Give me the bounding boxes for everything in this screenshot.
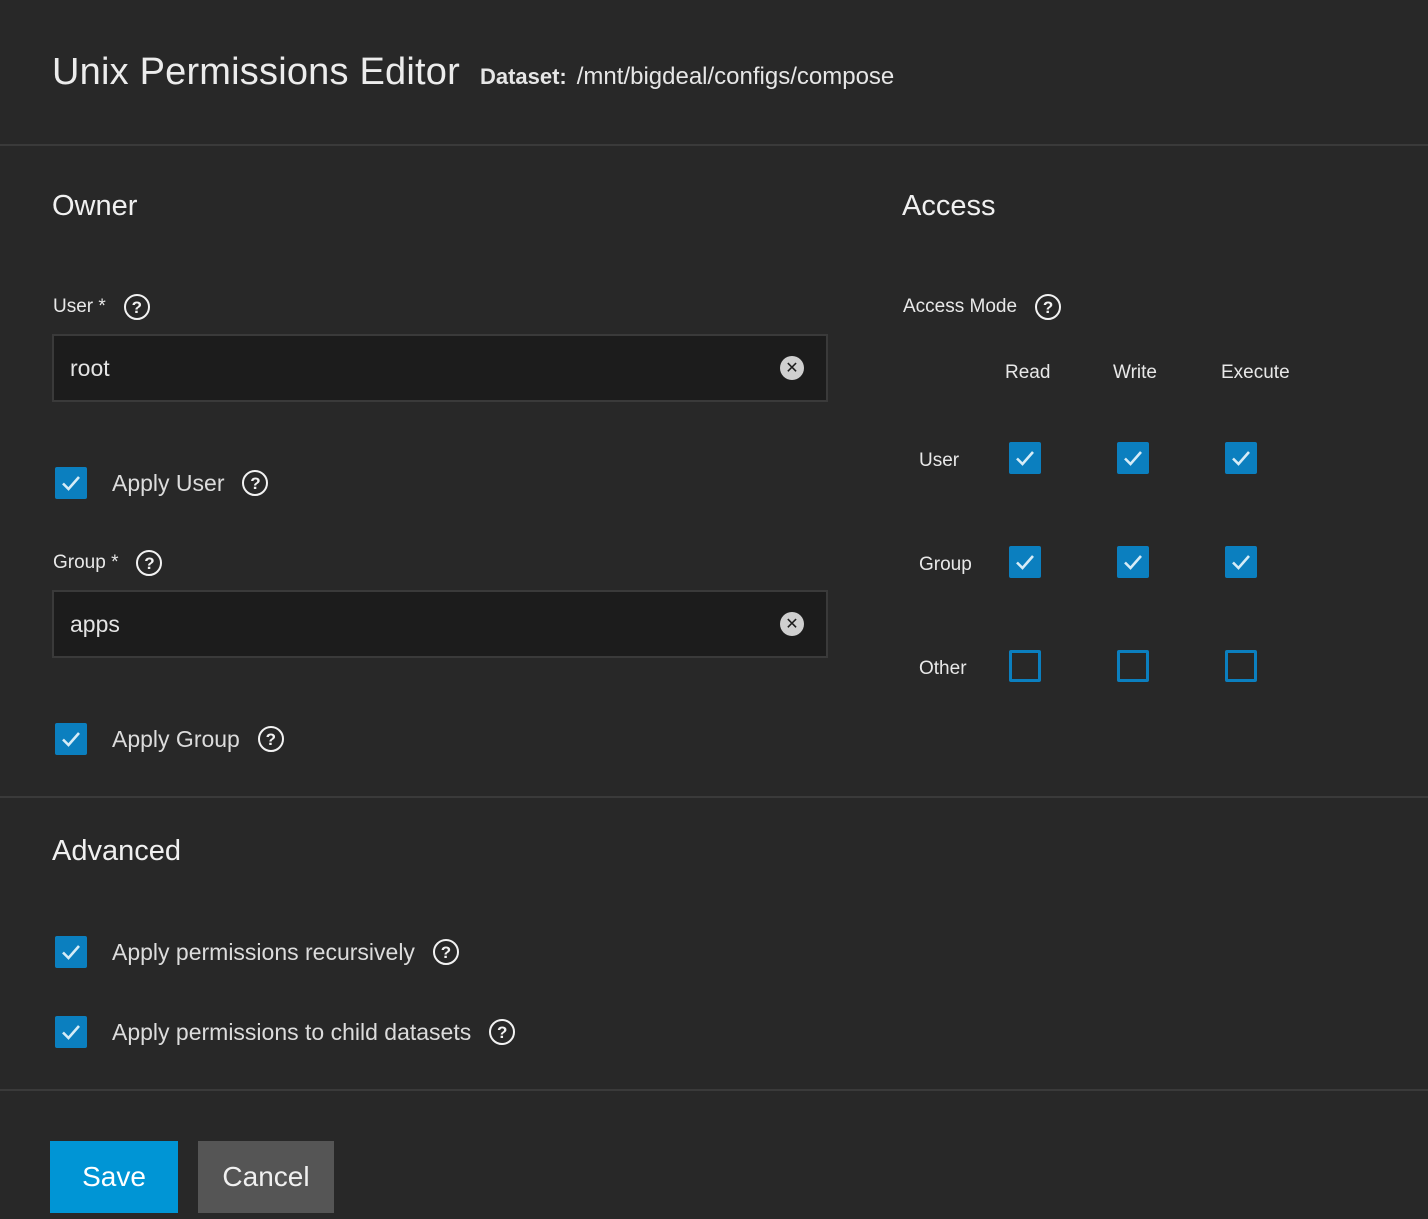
save-button[interactable]: Save [50, 1141, 178, 1213]
user-input-value: root [70, 354, 110, 381]
section-divider [0, 796, 1428, 798]
row-user: User [919, 450, 960, 471]
permissions-editor: Unix Permissions Editor Dataset: /mnt/big… [0, 0, 1428, 1219]
actions-divider [0, 1089, 1428, 1091]
access-mode-label: Access Mode ? [903, 294, 1062, 320]
group-input-value: apps [70, 610, 120, 637]
user-input[interactable]: root ✕ [52, 334, 828, 402]
user-field-label: User * ? [53, 294, 150, 320]
group-clear-icon[interactable]: ✕ [780, 612, 804, 636]
user-read-checkbox[interactable] [1009, 442, 1041, 474]
other-read-checkbox[interactable] [1009, 650, 1041, 682]
check-icon [62, 1025, 80, 1040]
group-label-text: Group * [53, 552, 119, 573]
apply-user-label: Apply User [112, 469, 225, 496]
check-icon [1016, 555, 1034, 570]
apply-group-help-icon[interactable]: ? [257, 726, 284, 752]
cancel-button[interactable]: Cancel [198, 1141, 334, 1213]
apply-group-row: Apply Group ? [55, 723, 284, 755]
check-icon [62, 945, 80, 960]
row-group: Group [919, 554, 972, 575]
column-write: Write [1113, 362, 1157, 383]
column-read: Read [1005, 362, 1051, 383]
recursive-row: Apply permissions recursively ? [55, 936, 459, 968]
apply-user-checkbox[interactable] [55, 467, 87, 499]
access-mode-help-icon[interactable]: ? [1035, 294, 1062, 320]
apply-user-row: Apply User ? [55, 467, 269, 499]
apply-user-help-icon[interactable]: ? [242, 470, 269, 496]
recursive-help-icon[interactable]: ? [432, 939, 459, 965]
group-read-checkbox[interactable] [1009, 546, 1041, 578]
dataset-info: Dataset: /mnt/bigdeal/configs/compose [480, 63, 894, 91]
dataset-label: Dataset: [479, 64, 567, 89]
check-icon [1232, 451, 1250, 466]
group-field-label: Group * ? [53, 550, 163, 576]
page-title: Unix Permissions Editor [52, 50, 460, 93]
apply-group-checkbox[interactable] [55, 723, 87, 755]
check-icon [1124, 451, 1142, 466]
access-section-title: Access [902, 190, 996, 222]
check-icon [62, 732, 80, 747]
page-header: Unix Permissions Editor Dataset: /mnt/big… [0, 0, 1428, 146]
user-clear-icon[interactable]: ✕ [780, 356, 804, 380]
check-icon [62, 476, 80, 491]
group-write-checkbox[interactable] [1117, 546, 1149, 578]
check-icon [1016, 451, 1034, 466]
group-execute-checkbox[interactable] [1225, 546, 1257, 578]
group-input[interactable]: apps ✕ [52, 590, 828, 658]
apply-group-label: Apply Group [112, 725, 240, 752]
advanced-section-title: Advanced [52, 835, 181, 867]
child-datasets-label: Apply permissions to child datasets [112, 1018, 472, 1045]
row-other: Other [919, 658, 967, 679]
user-help-icon[interactable]: ? [123, 294, 150, 320]
user-write-checkbox[interactable] [1117, 442, 1149, 474]
access-mode-text: Access Mode [903, 296, 1018, 317]
group-help-icon[interactable]: ? [136, 550, 163, 576]
owner-section-title: Owner [52, 190, 138, 222]
other-write-checkbox[interactable] [1117, 650, 1149, 682]
dataset-path: /mnt/bigdeal/configs/compose [576, 63, 895, 90]
column-execute: Execute [1221, 362, 1290, 383]
child-datasets-help-icon[interactable]: ? [489, 1019, 516, 1045]
recursive-checkbox[interactable] [55, 936, 87, 968]
child-datasets-row: Apply permissions to child datasets ? [55, 1016, 516, 1048]
user-execute-checkbox[interactable] [1225, 442, 1257, 474]
other-execute-checkbox[interactable] [1225, 650, 1257, 682]
recursive-label: Apply permissions recursively [112, 938, 415, 965]
check-icon [1124, 555, 1142, 570]
check-icon [1232, 555, 1250, 570]
child-datasets-checkbox[interactable] [55, 1016, 87, 1048]
user-label-text: User * [53, 296, 106, 317]
